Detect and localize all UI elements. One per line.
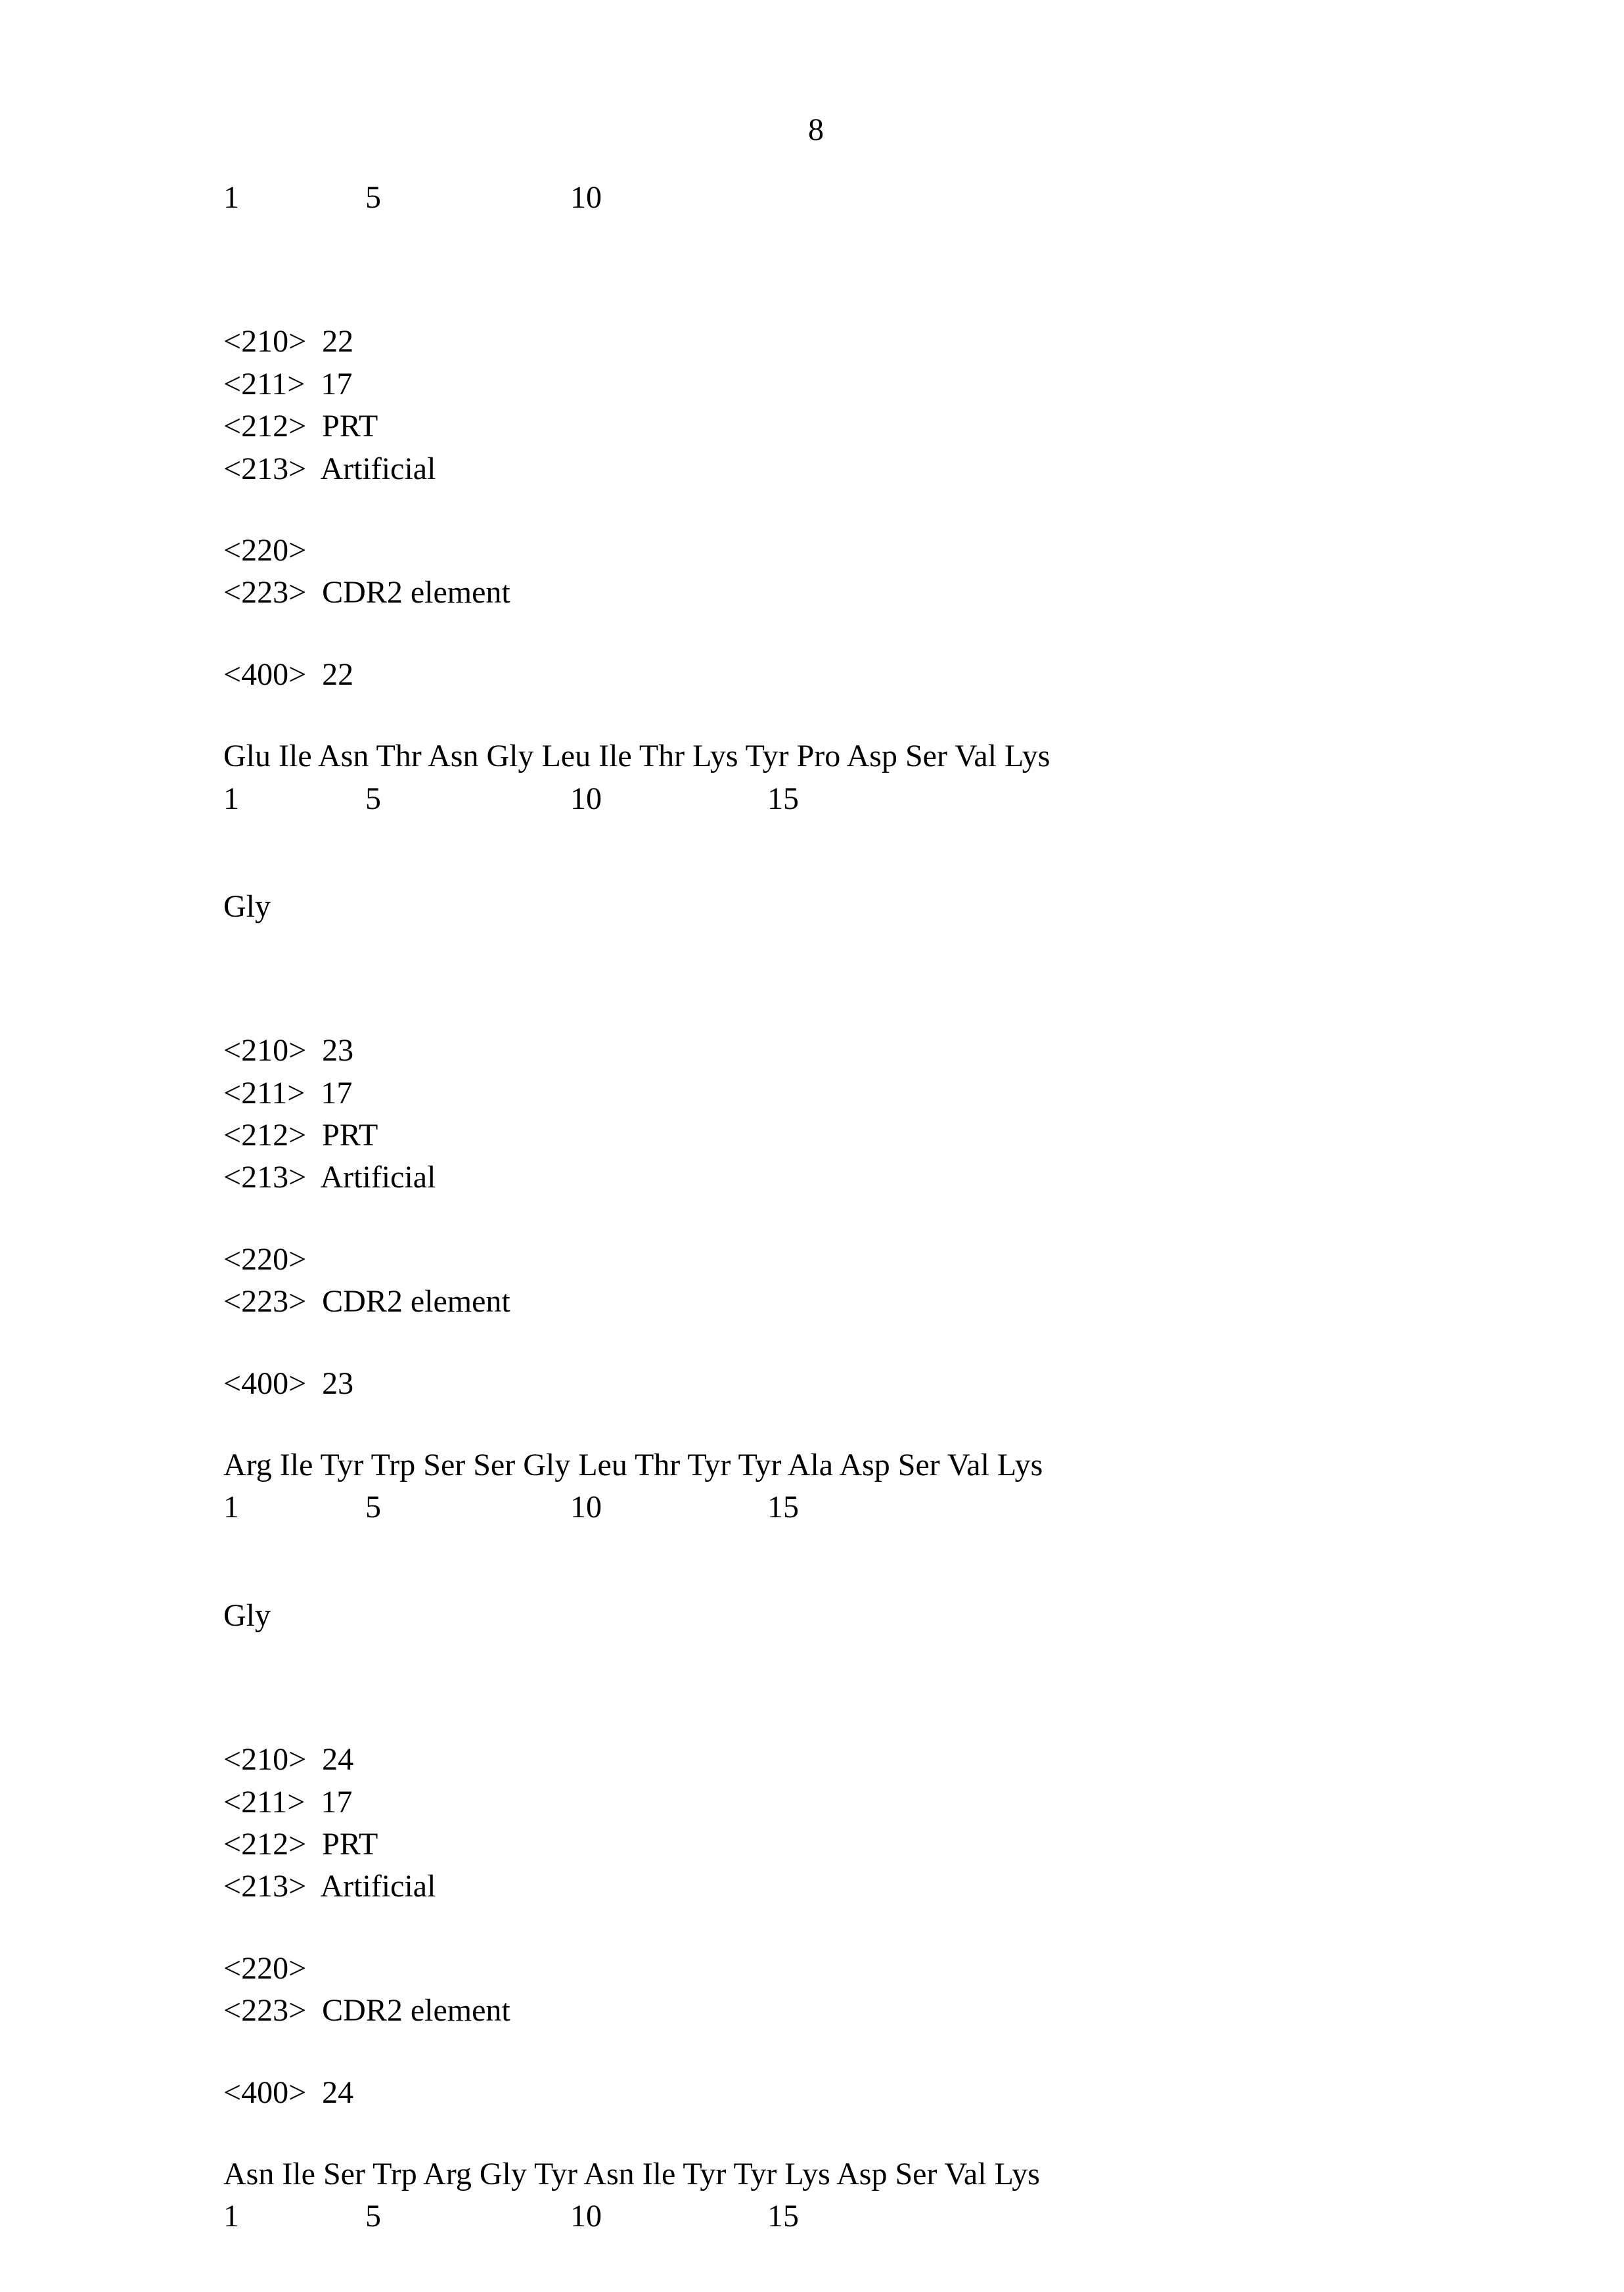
header-213: <213> Artificial <box>223 1157 1050 1198</box>
sequence-line: Arg Ile Tyr Trp Ser Ser Gly Leu Thr Tyr … <box>223 1445 1050 1486</box>
page-number: 8 <box>808 112 824 148</box>
sequence-line: Glu Ile Asn Thr Asn Gly Leu Ile Thr Lys … <box>223 736 1050 777</box>
ruler-line: 1 5 10 <box>223 177 1050 218</box>
header-211: <211> 17 <box>223 364 1050 405</box>
sequence-line: Asn Ile Ser Trp Arg Gly Tyr Asn Ile Tyr … <box>223 2154 1050 2195</box>
ruler-line: 1 5 10 15 <box>223 2196 1050 2237</box>
header-220: <220> <box>223 1239 1050 1280</box>
header-210: <210> 23 <box>223 1030 1050 1071</box>
header-210: <210> 24 <box>223 1739 1050 1780</box>
ruler-line: 1 5 10 15 <box>223 1487 1050 1528</box>
header-210: <210> 22 <box>223 321 1050 362</box>
header-400: <400> 24 <box>223 2073 1050 2113</box>
header-213: <213> Artificial <box>223 1866 1050 1907</box>
document-content: 1 5 10 <210> 22 <211> 17 <212> PRT <213>… <box>223 177 1050 2239</box>
header-220: <220> <box>223 1948 1050 1989</box>
header-213: <213> Artificial <box>223 449 1050 490</box>
header-400: <400> 22 <box>223 654 1050 695</box>
ruler-line: 1 5 10 15 <box>223 779 1050 819</box>
header-211: <211> 17 <box>223 1782 1050 1823</box>
header-212: <212> PRT <box>223 1115 1050 1156</box>
sequence-tail: Gly <box>223 886 1050 927</box>
header-223: <223> CDR2 element <box>223 1281 1050 1322</box>
header-212: <212> PRT <box>223 406 1050 447</box>
header-220: <220> <box>223 530 1050 571</box>
header-223: <223> CDR2 element <box>223 572 1050 613</box>
header-400: <400> 23 <box>223 1364 1050 1404</box>
header-212: <212> PRT <box>223 1824 1050 1865</box>
sequence-tail: Gly <box>223 1595 1050 1636</box>
header-211: <211> 17 <box>223 1073 1050 1114</box>
header-223: <223> CDR2 element <box>223 1990 1050 2031</box>
